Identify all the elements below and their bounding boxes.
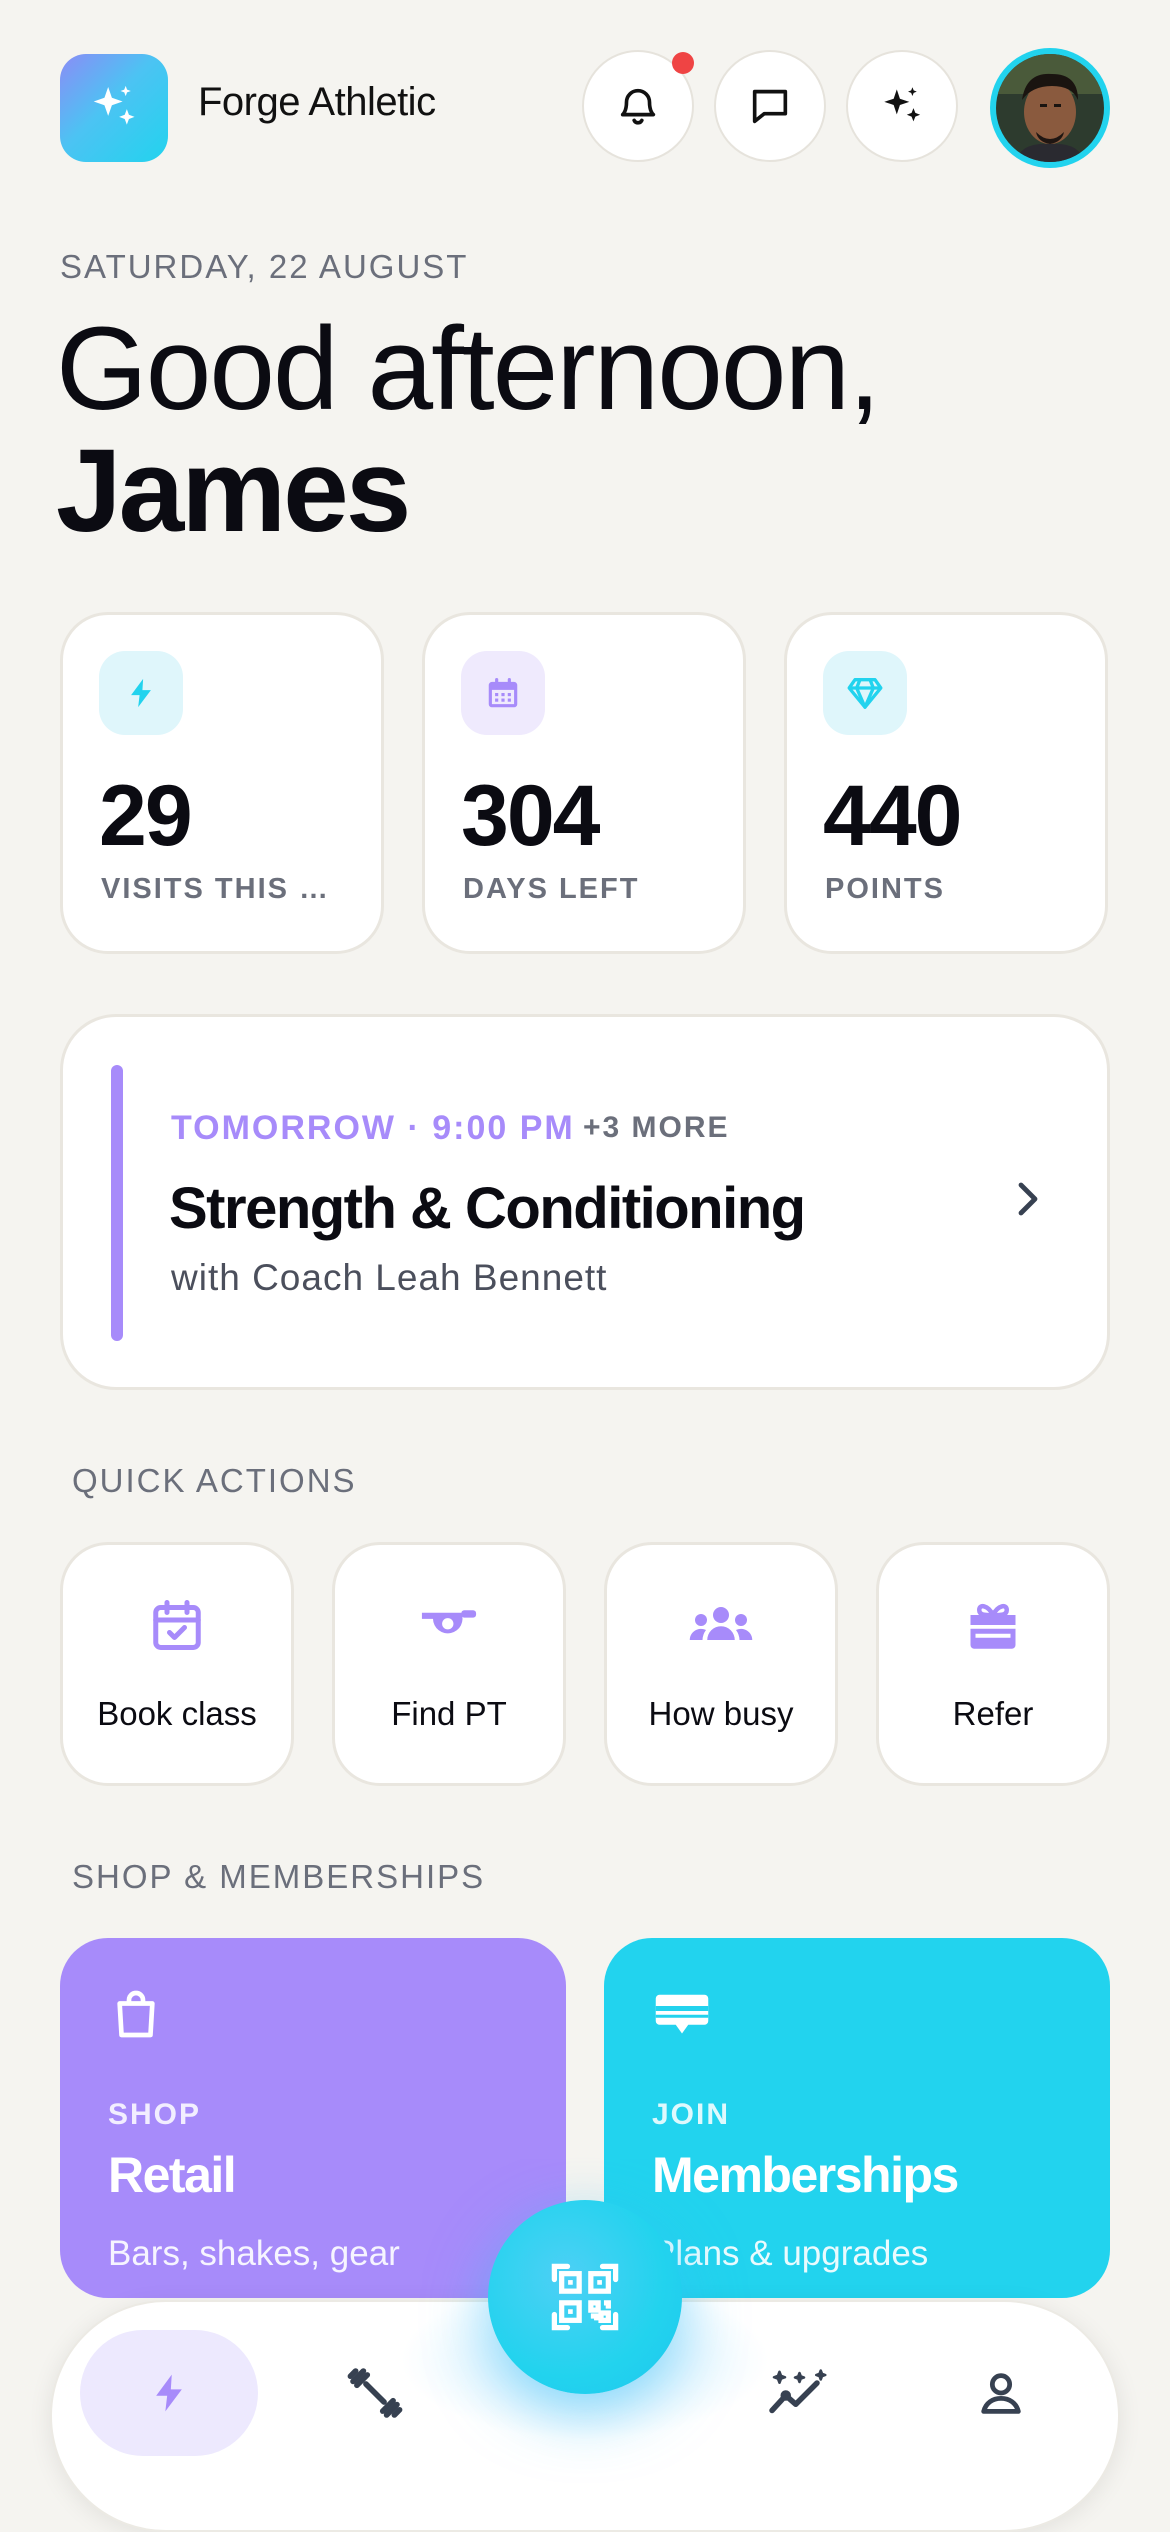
quick-action-label: Refer <box>952 1695 1034 1732</box>
messages-button[interactable] <box>714 50 826 162</box>
tile-subtitle: Plans & upgrades <box>652 2234 929 2273</box>
assistant-button[interactable] <box>846 50 958 162</box>
quick-action-book-class[interactable]: Book class <box>60 1542 294 1786</box>
quick-action-label: Book class <box>97 1695 257 1732</box>
quick-action-refer[interactable]: Refer <box>876 1542 1110 1786</box>
trend-sparkle-icon <box>769 2369 827 2414</box>
session-time: TOMORROW · 9:00 PM <box>171 1109 575 1147</box>
next-session-card[interactable]: TOMORROW · 9:00 PM +3 MORE Strength & Co… <box>60 1014 1110 1390</box>
bell-icon <box>620 88 656 125</box>
stat-label: POINTS <box>825 873 945 905</box>
calendar-icon <box>488 677 518 708</box>
date-label: SATURDAY, 22 AUGUST <box>60 248 469 285</box>
notification-badge <box>672 52 694 74</box>
quick-actions-heading: QUICK ACTIONS <box>72 1462 357 1499</box>
chat-icon <box>752 89 788 124</box>
stat-label: VISITS THIS MONTH <box>101 873 351 905</box>
session-coach: with Coach Leah Bennett <box>171 1257 608 1298</box>
quick-action-find-pt[interactable]: Find PT <box>332 1542 566 1786</box>
user-name: James <box>56 425 411 557</box>
stat-card-days-left[interactable]: 304 DAYS LEFT <box>422 612 746 954</box>
profile-photo <box>996 54 1104 162</box>
session-accent-bar <box>111 1065 123 1341</box>
tile-subtitle: Bars, shakes, gear <box>108 2234 400 2273</box>
stat-icon-badge <box>99 651 183 735</box>
dumbbell-icon <box>347 2368 403 2418</box>
shop-heading: SHOP & MEMBERSHIPS <box>72 1858 486 1895</box>
stat-icon-badge <box>461 651 545 735</box>
quick-action-label: How busy <box>648 1695 794 1732</box>
nav-profile[interactable] <box>938 2330 1064 2456</box>
diamond-icon <box>847 678 883 709</box>
nav-progress[interactable] <box>734 2330 860 2456</box>
gift-icon <box>970 1603 1016 1649</box>
more-sessions-link[interactable]: +3 MORE <box>583 1111 730 1145</box>
avatar[interactable] <box>990 48 1110 168</box>
calendar-check-icon <box>153 1600 201 1650</box>
app-logo <box>60 54 168 162</box>
session-title: Strength & Conditioning <box>169 1176 806 1241</box>
nav-home[interactable] <box>80 2330 258 2456</box>
stat-value: 29 <box>99 768 193 864</box>
tile-title: Memberships <box>652 2147 959 2203</box>
stat-card-visits[interactable]: 29 VISITS THIS MONTH <box>60 612 384 954</box>
tile-kicker: SHOP <box>108 2098 202 2131</box>
bolt-icon <box>131 678 151 708</box>
brand-name: Forge Athletic <box>198 80 436 124</box>
card-icon <box>655 1994 709 2034</box>
check-in-button[interactable] <box>488 2200 682 2394</box>
stat-value: 304 <box>461 768 600 864</box>
stat-value: 440 <box>823 768 962 864</box>
sparkles-icon <box>884 87 921 122</box>
memberships-tile[interactable]: JOIN Memberships Plans & upgrades <box>604 1938 1110 2298</box>
chevron-right-icon[interactable] <box>1003 1175 1051 1223</box>
quick-action-label: Find PT <box>391 1695 507 1732</box>
whistle-icon <box>421 1610 477 1634</box>
tile-kicker: JOIN <box>652 2098 731 2131</box>
qr-code-icon <box>551 2263 619 2331</box>
bag-icon <box>117 1990 155 2038</box>
shop-retail-tile[interactable]: SHOP Retail Bars, shakes, gear <box>60 1938 566 2298</box>
tile-title: Retail <box>108 2147 237 2203</box>
people-icon <box>689 1607 753 1640</box>
bolt-icon <box>156 2374 182 2412</box>
greeting-line: Good afternoon, <box>56 303 881 435</box>
user-icon <box>981 2373 1021 2414</box>
sparkles-icon <box>93 85 135 125</box>
stat-icon-badge <box>823 651 907 735</box>
stat-card-points[interactable]: 440 POINTS <box>784 612 1108 954</box>
stat-label: DAYS LEFT <box>463 873 640 905</box>
quick-action-how-busy[interactable]: How busy <box>604 1542 838 1786</box>
